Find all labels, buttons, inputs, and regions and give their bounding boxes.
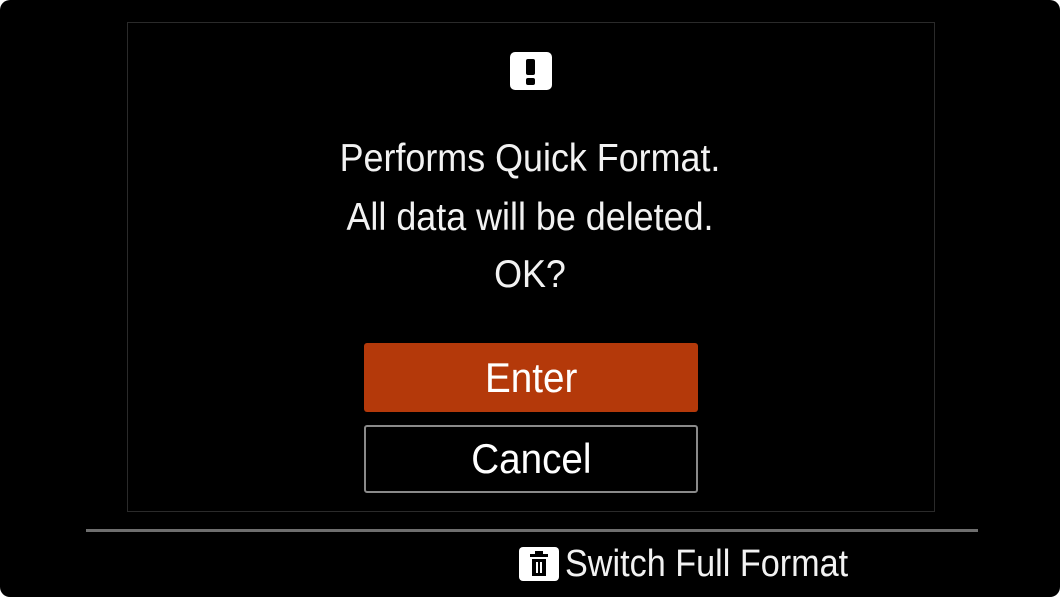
trash-icon: [519, 547, 560, 581]
camera-screen: Performs Quick Format. All data will be …: [0, 0, 1060, 597]
message-line-3: OK?: [494, 253, 566, 296]
enter-button[interactable]: Enter: [364, 343, 698, 412]
cancel-button-label: Cancel: [470, 435, 592, 482]
footer-divider: [86, 529, 978, 532]
message-line-2: All data will be deleted.: [346, 196, 714, 239]
warning-exclamation-icon: [510, 52, 552, 90]
switch-full-format-hint[interactable]: Switch Full Format: [519, 541, 880, 587]
switch-full-format-label: Switch Full Format: [565, 542, 849, 585]
warning-icon-dot: [526, 78, 535, 85]
enter-button-label: Enter: [484, 354, 578, 401]
cancel-button[interactable]: Cancel: [364, 425, 698, 493]
message-line-1: Performs Quick Format.: [339, 137, 721, 180]
warning-icon-bar: [526, 59, 535, 75]
